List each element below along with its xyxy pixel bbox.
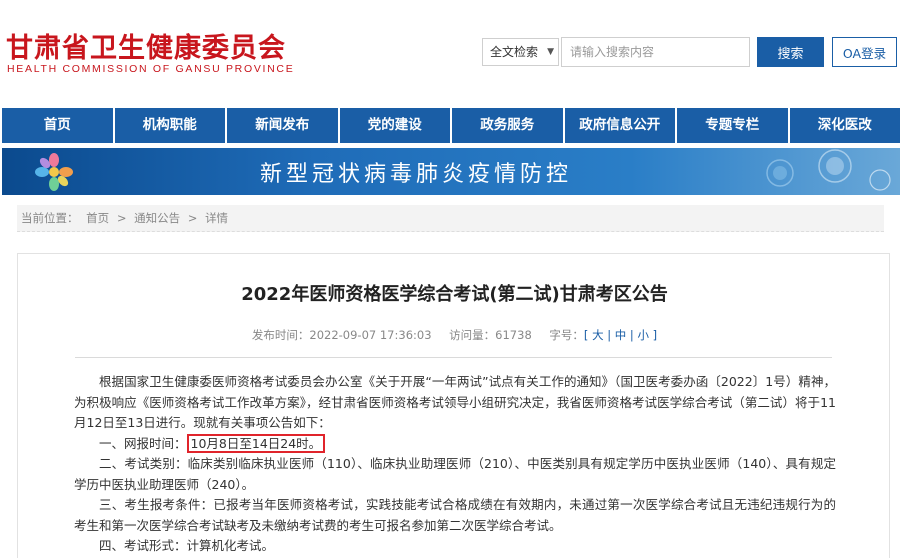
breadcrumb-separator: > <box>187 211 198 225</box>
publish-time: 2022-09-07 17:36:03 <box>309 328 432 342</box>
nav-item-news[interactable]: 新闻发布 <box>227 108 340 143</box>
search-input[interactable] <box>561 37 750 67</box>
search-scope-select[interactable]: 全文检索 ▼ <box>482 38 559 66</box>
publish-time-label: 发布时间： <box>251 328 310 342</box>
font-size-large-link[interactable]: 大 <box>592 328 604 342</box>
nav-item-home[interactable]: 首页 <box>2 108 115 143</box>
oa-login-button[interactable]: OA登录 <box>832 37 897 67</box>
breadcrumb-home-link[interactable]: 首页 <box>86 211 109 225</box>
paragraph-registration-time: 一、网报时间： 10月8日至14日24时。 <box>74 433 836 455</box>
nav-item-info-disclosure[interactable]: 政府信息公开 <box>565 108 677 143</box>
breadcrumb: 当前位置： 首页 > 通知公告 > 详情 <box>17 205 884 232</box>
banner-title: 新型冠状病毒肺炎疫情防控 <box>260 162 573 187</box>
article-meta: 发布时间：2022-09-07 17:36:03 访问量：61738 字号：[ … <box>251 328 658 342</box>
font-size-small-link[interactable]: 小 <box>637 328 649 342</box>
article-panel: 2022年医师资格医学综合考试(第二试)甘肃考区公告 发布时间：2022-09-… <box>17 253 890 558</box>
site-logo-english: HEALTH COMMISSION OF GANSU PROVINCE <box>7 63 295 75</box>
main-nav: 首页 机构职能 新闻发布 党的建设 政务服务 政府信息公开 专题专栏 深化医改 <box>2 108 900 143</box>
visits-label: 访问量： <box>449 328 496 342</box>
nav-item-party-building[interactable]: 党的建设 <box>340 108 452 143</box>
article-divider <box>75 357 832 358</box>
virus-decoration-icon <box>766 149 891 191</box>
breadcrumb-separator: > <box>116 211 127 225</box>
nav-item-special-topics[interactable]: 专题专栏 <box>677 108 790 143</box>
epidemic-banner[interactable]: 新型冠状病毒肺炎疫情防控 <box>2 148 900 195</box>
article-title: 2022年医师资格医学综合考试(第二试)甘肃考区公告 <box>241 284 668 305</box>
breadcrumb-section-link[interactable]: 通知公告 <box>134 211 180 225</box>
article-body: 根据国家卫生健康委医师资格考试委员会办公室《关于开展“一年两试”试点有关工作的通… <box>74 372 836 557</box>
search-button[interactable]: 搜索 <box>757 37 824 67</box>
breadcrumb-prefix: 当前位置： <box>21 211 79 225</box>
site-header: 甘肃省卫生健康委员会 HEALTH COMMISSION OF GANSU PR… <box>0 0 902 106</box>
search-scope-label: 全文检索 <box>490 45 539 59</box>
nav-item-organization[interactable]: 机构职能 <box>115 108 227 143</box>
font-size-medium-link[interactable]: 中 <box>615 328 627 342</box>
paragraph-exam-format: 四、考试形式：计算机化考试。 <box>99 538 275 553</box>
registration-time-label: 一、网报时间： <box>99 435 187 451</box>
chevron-down-icon: ▼ <box>547 47 554 57</box>
breadcrumb-current: 详情 <box>205 211 229 225</box>
registration-time-highlight: 10月8日至14日24时。 <box>186 433 326 453</box>
nav-item-medical-reform[interactable]: 深化医改 <box>790 108 901 143</box>
paragraph-exam-categories: 二、考试类别：临床类别临床执业医师（110）、临床执业助理医师（210）、中医类… <box>74 456 836 492</box>
paragraph-intro: 根据国家卫生健康委医师资格考试委员会办公室《关于开展“一年两试”试点有关工作的通… <box>74 374 836 430</box>
flower-emblem-icon <box>35 153 73 191</box>
site-logo-chinese[interactable]: 甘肃省卫生健康委员会 <box>6 26 286 65</box>
font-size-label: 字号： <box>549 328 584 342</box>
visit-count: 61738 <box>495 328 532 342</box>
paragraph-eligibility: 三、考生报考条件：已报考当年医师资格考试，实践技能考试合格成绩在有效期内，未通过… <box>74 497 836 533</box>
nav-item-services[interactable]: 政务服务 <box>452 108 565 143</box>
